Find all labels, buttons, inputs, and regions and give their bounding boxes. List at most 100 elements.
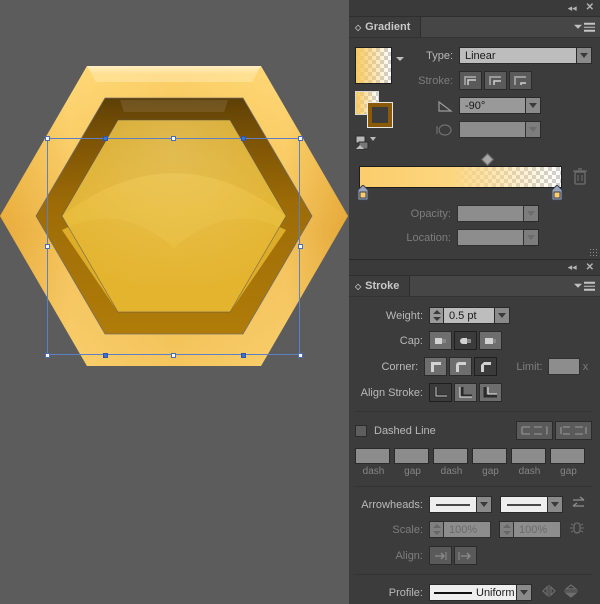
panel-menu-button[interactable]	[574, 22, 595, 32]
collapse-icon[interactable]: ◂◂	[568, 263, 577, 272]
swap-arrowheads-button[interactable]	[571, 496, 587, 513]
stroke-label: Stroke:	[418, 74, 453, 87]
gradient-ramp[interactable]	[359, 166, 562, 188]
document-canvas[interactable]	[0, 0, 349, 604]
arrowhead-end-dropdown[interactable]	[548, 496, 563, 513]
gradient-slider-area[interactable]	[355, 153, 592, 201]
cap-round-button[interactable]	[454, 331, 477, 350]
gradient-location-dropdown[interactable]	[524, 229, 539, 246]
arrow-scale-row: Scale: 100% 100%	[355, 520, 592, 539]
tab-stroke[interactable]: ◇ Stroke	[349, 276, 411, 296]
profile-label: Profile:	[388, 586, 423, 599]
scale-end-value[interactable]: 100%	[513, 521, 561, 538]
profile-preview[interactable]: Uniform	[429, 584, 517, 601]
gradient-stroke-row: Stroke:	[411, 71, 592, 90]
tab-gradient[interactable]: ◇ Gradient	[349, 17, 422, 37]
gradient-presets-chevron-icon[interactable]	[396, 57, 404, 73]
gradient-midpoint-handle[interactable]	[481, 153, 494, 166]
corner-miter-button[interactable]	[424, 357, 448, 376]
dash-field-group: dash	[355, 448, 392, 477]
gradient-opacity-row: Opacity:	[355, 205, 592, 222]
gradient-panel-body: Type: Linear Stroke: -90° Opacity: Locat…	[349, 38, 600, 259]
dash-input-3[interactable]	[511, 448, 546, 464]
divider	[355, 411, 592, 412]
profile-dropdown[interactable]	[517, 584, 532, 601]
align-outside-button[interactable]	[479, 383, 502, 402]
weight-dropdown[interactable]	[495, 307, 510, 324]
gradient-stroke-centered-button[interactable]	[484, 71, 507, 90]
arrowhead-start-dropdown[interactable]	[477, 496, 492, 513]
limit-unit: x	[582, 360, 589, 373]
link-scale-button[interactable]	[569, 520, 585, 539]
dash-field-group: gap	[472, 448, 509, 477]
corner-round-button[interactable]	[449, 357, 473, 376]
chevron-down-icon	[574, 284, 582, 288]
type-label: Type:	[426, 49, 453, 62]
delete-stop-button[interactable]	[572, 168, 588, 189]
stroke-panel: ◂◂ ✕ ◇ Stroke Weight: 0.5 pt Cap: Corner…	[349, 259, 600, 604]
stroke-weight-row: Weight: 0.5 pt	[355, 307, 592, 324]
menu-lines-icon	[584, 281, 595, 291]
flip-across-icon	[564, 584, 578, 598]
gradient-panel-resize-grip[interactable]	[589, 248, 598, 257]
panel-dock: ◂◂ ✕ ◇ Gradient Type: Linear Stroke: -90…	[349, 0, 600, 604]
dash-input-2[interactable]	[433, 448, 468, 464]
hexagon-artwork[interactable]	[0, 0, 349, 604]
gap-input-2[interactable]	[472, 448, 507, 464]
scale-start-stepper[interactable]	[429, 521, 443, 538]
gradient-opacity-dropdown[interactable]	[524, 205, 539, 222]
dash-preserve-exact-button[interactable]	[516, 421, 553, 440]
dash-input-1[interactable]	[355, 448, 390, 464]
gradient-stroke-along-button[interactable]	[509, 71, 532, 90]
tab-filler	[410, 276, 600, 296]
close-icon[interactable]: ✕	[586, 262, 594, 273]
panel-grip-icon: ◇	[355, 22, 362, 32]
gradient-preview-swatch[interactable]	[355, 47, 392, 84]
align-inside-button[interactable]	[454, 383, 477, 402]
gradient-stroke-within-button[interactable]	[459, 71, 482, 90]
arrowhead-end-preview[interactable]	[500, 496, 548, 513]
gradient-angle-dropdown[interactable]	[526, 97, 541, 114]
gradient-location-value[interactable]	[457, 229, 524, 246]
divider	[355, 486, 592, 487]
gradient-type-value[interactable]: Linear	[459, 47, 577, 64]
flip-across-button[interactable]	[563, 584, 579, 601]
stroke-proxy-swatch[interactable]	[367, 102, 393, 128]
gradient-angle-value[interactable]: -90°	[459, 97, 526, 114]
limit-value[interactable]	[547, 358, 580, 375]
gradient-aspect-value[interactable]	[459, 121, 526, 138]
uniform-profile-icon	[434, 591, 472, 594]
dashed-line-label: Dashed Line	[374, 424, 436, 437]
scale-start-value[interactable]: 100%	[443, 521, 491, 538]
gradient-stop-end[interactable]	[551, 184, 563, 204]
collapse-icon[interactable]: ◂◂	[568, 3, 577, 13]
gap-input-1[interactable]	[394, 448, 429, 464]
gap-input-3[interactable]	[550, 448, 585, 464]
arrowhead-start-preview[interactable]	[429, 496, 477, 513]
scale-end-stepper[interactable]	[499, 521, 513, 538]
gradient-opacity-value[interactable]	[457, 205, 524, 222]
gradient-fill-stroke-toggle[interactable]	[355, 135, 411, 151]
gradient-panel: ◂◂ ✕ ◇ Gradient Type: Linear Stroke: -90…	[349, 0, 600, 259]
dashed-line-checkbox[interactable]	[355, 424, 367, 437]
cap-butt-button[interactable]	[429, 331, 452, 350]
flip-along-button[interactable]	[541, 584, 557, 601]
gradient-aspect-dropdown[interactable]	[526, 121, 541, 138]
corner-bevel-button[interactable]	[474, 357, 498, 376]
align-center-button[interactable]	[429, 383, 452, 402]
dash-field-group: gap	[394, 448, 431, 477]
dash-adjust-to-fit-button[interactable]	[555, 421, 592, 440]
close-icon[interactable]: ✕	[586, 3, 594, 13]
weight-stepper[interactable]	[429, 307, 443, 324]
place-arrows-at-end-button[interactable]	[454, 546, 477, 565]
cap-projecting-button[interactable]	[479, 331, 502, 350]
dash-field-group: dash	[433, 448, 470, 477]
panel-menu-button[interactable]	[574, 281, 595, 291]
stroke-tab-row: ◇ Stroke	[349, 276, 600, 297]
gap-label-2: gap	[482, 466, 499, 477]
weight-value[interactable]: 0.5 pt	[443, 307, 495, 324]
flip-along-icon	[542, 585, 556, 597]
gradient-type-dropdown[interactable]	[577, 47, 592, 64]
gradient-stop-start[interactable]	[357, 184, 369, 204]
extend-arrows-button[interactable]	[429, 546, 452, 565]
